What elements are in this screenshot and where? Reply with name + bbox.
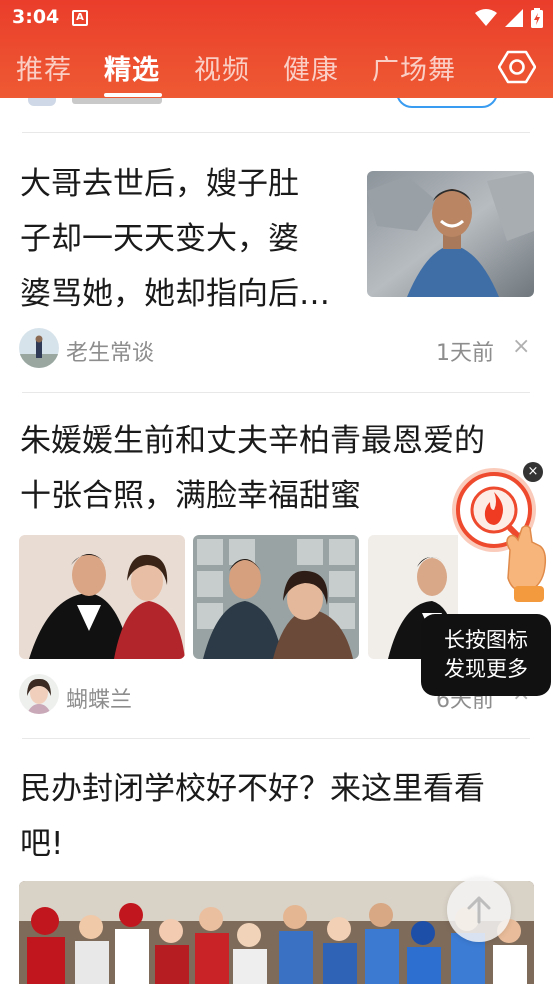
publish-time: 1天前	[436, 341, 494, 366]
app-header: 3:04 A 推荐 精选 视频 健康 广场舞	[0, 0, 553, 98]
status-bar: 3:04 A	[0, 0, 553, 38]
divider	[22, 738, 530, 739]
article-title[interactable]: 朱媛媛生前和丈夫辛柏青最恩爱的 十张合照，满脸幸福甜蜜	[20, 414, 485, 524]
man-photo-image	[367, 171, 534, 297]
divider	[22, 392, 530, 393]
tab-featured[interactable]: 精选	[104, 48, 160, 87]
previous-item-author	[72, 98, 162, 104]
article-title-line: 大哥去世后，嫂子肚	[20, 166, 299, 202]
article-title[interactable]: 民办封闭学校好不好？来这里看看 吧!	[20, 762, 485, 872]
article-title-line: 子却一天天变大，婆	[20, 221, 299, 257]
widget-tooltip: 长按图标 发现更多	[421, 614, 551, 696]
article-title-line: 十张合照，满脸幸福甜蜜	[20, 478, 361, 514]
divider	[22, 132, 530, 133]
follow-button[interactable]	[396, 98, 498, 108]
article-title-line: 吧!	[20, 826, 64, 862]
tooltip-line: 长按图标	[444, 628, 528, 652]
couple-photo-image	[19, 535, 185, 659]
article-title-line: 朱媛媛生前和丈夫辛柏青最恩爱的	[20, 423, 485, 459]
article-image-2[interactable]	[193, 535, 359, 659]
couple-photo-image	[193, 535, 359, 659]
settings-icon	[497, 50, 537, 84]
status-time: 3:04	[12, 6, 60, 28]
close-widget-button[interactable]: ×	[523, 462, 543, 482]
active-tab-indicator	[104, 93, 162, 97]
article-image-1[interactable]	[19, 535, 185, 659]
author-avatar[interactable]	[19, 328, 59, 368]
floating-search-widget[interactable]	[440, 462, 552, 612]
article-thumbnail[interactable]	[367, 171, 534, 297]
author-name[interactable]: 老生常谈	[66, 335, 154, 367]
dismiss-button[interactable]: ×	[512, 334, 530, 359]
previous-list-item[interactable]	[0, 98, 553, 134]
wifi-icon	[475, 9, 497, 26]
tab-square-dance[interactable]: 广场舞	[372, 48, 456, 87]
tab-video[interactable]: 视频	[194, 48, 250, 87]
article-title-line: 婆骂她，她却指向后…	[20, 276, 330, 312]
tab-health[interactable]: 健康	[283, 48, 339, 87]
settings-button[interactable]	[497, 48, 537, 86]
status-icons	[475, 8, 543, 28]
author-avatar[interactable]	[19, 674, 59, 714]
fire-search-icon	[452, 468, 547, 602]
article-title[interactable]: 大哥去世后，嫂子肚 子却一天天变大，婆 婆骂她，她却指向后…	[20, 157, 330, 322]
author-name[interactable]: 蝴蝶兰	[66, 682, 132, 714]
signal-icon	[505, 9, 523, 27]
article-title-line: 民办封闭学校好不好？来这里看看	[20, 771, 485, 807]
arrow-up-icon	[467, 896, 491, 924]
battery-icon	[531, 8, 543, 28]
tooltip-line: 发现更多	[444, 657, 528, 681]
notification-icon: A	[72, 10, 88, 26]
previous-item-avatar	[28, 98, 56, 106]
scroll-to-top-button[interactable]	[447, 878, 511, 942]
category-tabs: 推荐 精选 视频 健康 广场舞	[0, 44, 553, 98]
tab-recommend[interactable]: 推荐	[16, 48, 72, 87]
